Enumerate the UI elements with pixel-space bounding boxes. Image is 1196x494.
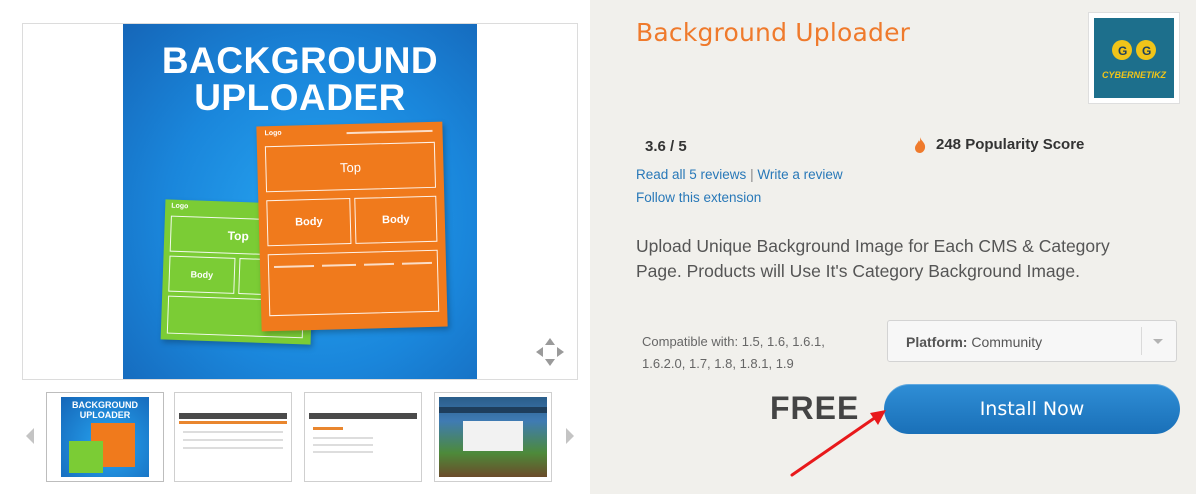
popularity-label: 248 Popularity Score bbox=[936, 136, 1085, 153]
compatibility-info: Compatible with: 1.5, 1.6, 1.6.1, 1.6.2.… bbox=[642, 331, 872, 375]
thumb-admin-row bbox=[183, 431, 283, 433]
thumbnail-4[interactable] bbox=[434, 392, 552, 482]
expand-arrows-icon[interactable] bbox=[533, 335, 567, 369]
follow-container: Follow this extension bbox=[636, 189, 761, 207]
orange-page-mock: Logo Top Body Body bbox=[256, 121, 448, 332]
link-separator: | bbox=[750, 167, 754, 182]
platform-selected: Platform: Community bbox=[906, 334, 1042, 350]
mock-body-box: Body bbox=[168, 255, 236, 294]
mock-footer-box bbox=[267, 249, 440, 317]
thumb-admin-title bbox=[313, 427, 343, 430]
main-image-frame[interactable]: BACKGROUND UPLOADER Logo Top Body Logo T… bbox=[22, 23, 578, 380]
svg-text:G: G bbox=[1118, 44, 1127, 58]
mock-logo-label: Logo bbox=[171, 202, 189, 211]
compat-line2: 1.6.2.0, 1.7, 1.8, 1.8.1, 1.9 bbox=[642, 356, 794, 371]
thumbnail-2[interactable] bbox=[174, 392, 292, 482]
thumbnail-title-line2: UPLOADER bbox=[79, 410, 131, 420]
product-description: Upload Unique Background Image for Each … bbox=[636, 236, 1110, 281]
select-divider bbox=[1141, 327, 1142, 355]
chevron-right-icon[interactable] bbox=[564, 426, 576, 446]
vendor-logo[interactable]: G G CYBERNETIKZ bbox=[1088, 12, 1180, 104]
mock-top-label: Top bbox=[227, 228, 250, 244]
hero-title-line2: UPLOADER bbox=[194, 77, 406, 118]
vendor-logo-text: CYBERNETIKZ bbox=[1101, 70, 1166, 80]
mock-body-box-2: Body bbox=[354, 195, 438, 244]
mock-body-label: Body bbox=[190, 269, 214, 281]
thumb-admin-row bbox=[183, 447, 283, 449]
chevron-left-icon[interactable] bbox=[24, 426, 36, 446]
platform-value: Community bbox=[971, 334, 1043, 350]
install-now-label: Install Now bbox=[979, 398, 1085, 420]
thumbnail-3[interactable] bbox=[304, 392, 422, 482]
install-now-button[interactable]: Install Now bbox=[884, 384, 1180, 434]
thumbnail-1[interactable]: BACKGROUND UPLOADER bbox=[46, 392, 164, 482]
thumbnail-strip: BACKGROUND UPLOADER bbox=[22, 390, 582, 482]
platform-select[interactable]: Platform: Community bbox=[887, 320, 1177, 362]
thumb-admin-bar bbox=[179, 421, 287, 424]
compat-line1: Compatible with: 1.5, 1.6, 1.6.1, bbox=[642, 334, 825, 349]
product-gallery: BACKGROUND UPLOADER Logo Top Body Logo T… bbox=[0, 0, 590, 494]
mock-top-box: Top bbox=[264, 141, 437, 193]
rating-score: 3.6 / 5 bbox=[645, 138, 687, 155]
price-label: FREE bbox=[770, 390, 860, 426]
vendor-logo-graphic: G G bbox=[1094, 18, 1174, 98]
flame-icon bbox=[915, 136, 926, 153]
mock-body-box: Body bbox=[266, 198, 352, 247]
mock-logo-label: Logo bbox=[264, 129, 282, 138]
chevron-down-icon[interactable] bbox=[1153, 339, 1163, 344]
write-review-link[interactable]: Write a review bbox=[757, 167, 842, 182]
thumb-admin-header bbox=[179, 413, 287, 419]
thumbnail-title-line1: BACKGROUND bbox=[72, 400, 138, 410]
popularity-score: 248 Popularity Score bbox=[914, 136, 1084, 153]
mock-top-label: Top bbox=[339, 159, 362, 175]
thumb-admin-row bbox=[313, 444, 373, 446]
mock-body-label-2: Body bbox=[381, 213, 410, 227]
mock-body-label: Body bbox=[294, 215, 323, 229]
mock-nav-line bbox=[346, 129, 433, 135]
svg-text:G: G bbox=[1142, 44, 1151, 58]
product-title: Background Uploader bbox=[636, 18, 911, 47]
thumb-admin-row bbox=[313, 437, 373, 439]
follow-extension-link[interactable]: Follow this extension bbox=[636, 190, 761, 205]
read-reviews-link[interactable]: Read all 5 reviews bbox=[636, 167, 746, 182]
thumb-admin-row bbox=[313, 451, 373, 453]
thumb-admin-row bbox=[183, 439, 283, 441]
thumb-admin-header bbox=[309, 413, 417, 419]
hero-title-line1: BACKGROUND bbox=[161, 40, 439, 81]
main-product-image[interactable]: BACKGROUND UPLOADER Logo Top Body Logo T… bbox=[123, 24, 477, 379]
thumb-site-content bbox=[463, 421, 523, 451]
platform-label: Platform: bbox=[906, 334, 968, 350]
thumb-green-mock bbox=[69, 441, 103, 473]
thumb-site-header bbox=[439, 407, 547, 413]
reviews-links: Read all 5 reviews | Write a review bbox=[636, 167, 843, 182]
